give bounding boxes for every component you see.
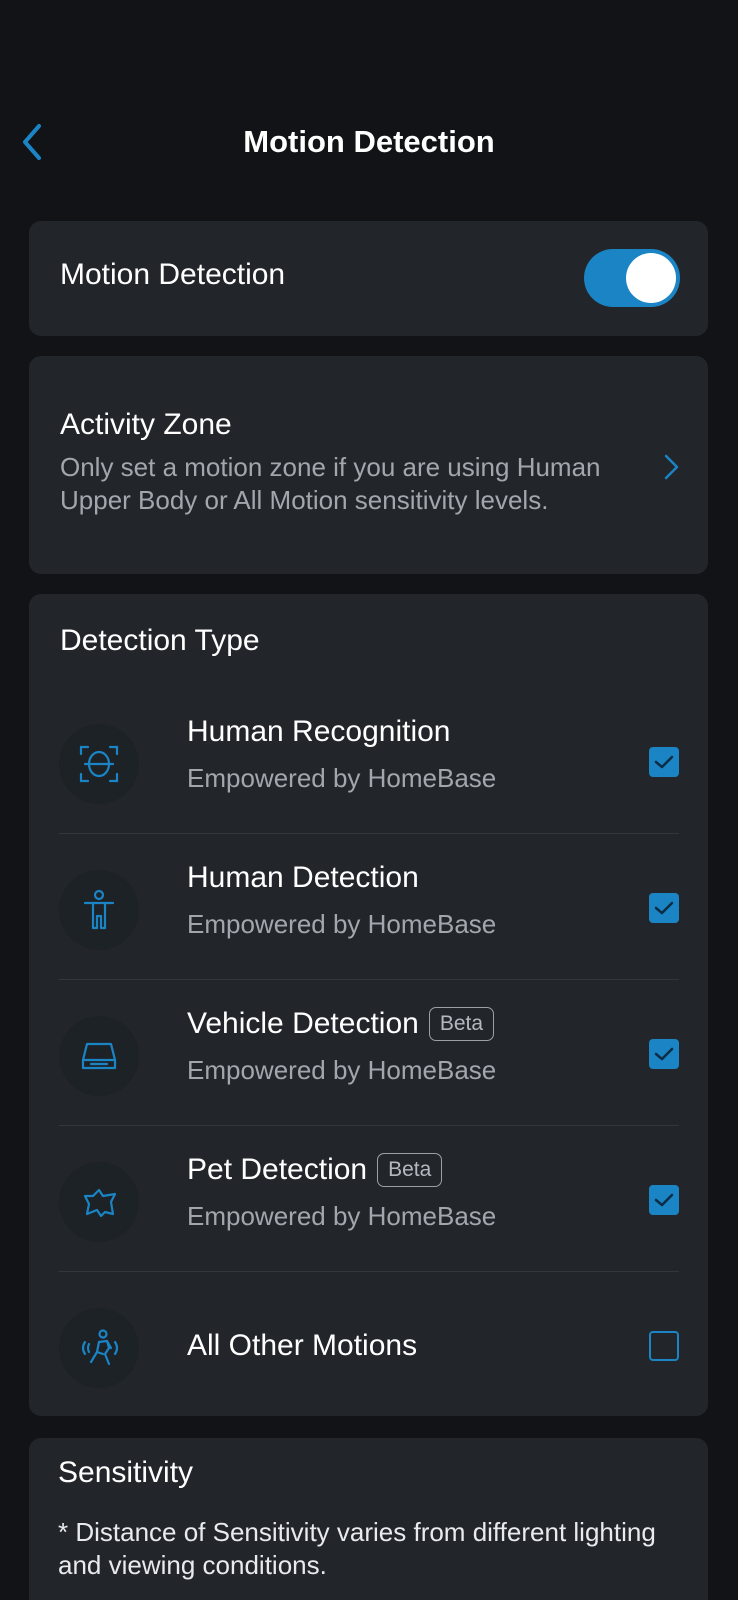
- checkmark-icon: [654, 755, 674, 769]
- human-detection-checkbox[interactable]: [649, 893, 679, 923]
- detection-item-name: All Other Motions: [187, 1329, 418, 1362]
- beta-badge: Beta: [428, 1007, 495, 1041]
- chevron-right-icon: [664, 454, 679, 480]
- detection-item-subtitle: Empowered by HomeBase: [187, 909, 497, 939]
- sensitivity-card: Sensitivity * Distance of Sensitivity va…: [29, 1438, 708, 1600]
- toggle-knob: [626, 253, 676, 303]
- motion-detection-toggle[interactable]: [584, 249, 680, 307]
- detection-item-name: Pet Detection Beta: [187, 1153, 443, 1187]
- checkmark-icon: [654, 1047, 674, 1061]
- human-recognition-checkbox[interactable]: [649, 747, 679, 777]
- pet-icon: [59, 1162, 139, 1242]
- vehicle-detection-checkbox[interactable]: [649, 1039, 679, 1069]
- all-other-motions-checkbox[interactable]: [649, 1331, 679, 1361]
- sensitivity-title: Sensitivity: [58, 1456, 194, 1489]
- pet-detection-checkbox[interactable]: [649, 1185, 679, 1215]
- detection-type-card: Detection Type Human Recognition Empower…: [29, 594, 708, 1416]
- detection-item-name: Human Detection: [187, 861, 419, 894]
- page-title: Motion Detection: [243, 124, 495, 159]
- checkmark-icon: [654, 1193, 674, 1207]
- activity-zone-title: Activity Zone: [60, 408, 232, 441]
- detection-item-pet-detection[interactable]: Pet Detection Beta Empowered by HomeBase: [59, 1126, 679, 1272]
- detection-item-name: Vehicle Detection Beta: [187, 1007, 495, 1041]
- detection-item-all-other-motions[interactable]: All Other Motions: [59, 1272, 679, 1418]
- motion-detection-label: Motion Detection: [60, 258, 286, 291]
- detection-item-name: Human Recognition: [187, 715, 451, 748]
- activity-zone-description: Only set a motion zone if you are using …: [60, 452, 601, 515]
- sensitivity-note: * Distance of Sensitivity varies from di…: [58, 1517, 656, 1580]
- detection-item-vehicle-detection[interactable]: Vehicle Detection Beta Empowered by Home…: [59, 980, 679, 1126]
- checkmark-icon: [654, 901, 674, 915]
- motion-detection-card: Motion Detection: [29, 221, 708, 336]
- nav-header: Motion Detection: [0, 100, 738, 184]
- car-icon: [59, 1016, 139, 1096]
- activity-zone-row[interactable]: Activity Zone Only set a motion zone if …: [29, 356, 708, 574]
- detection-item-subtitle: Empowered by HomeBase: [187, 1055, 497, 1085]
- beta-badge: Beta: [377, 1153, 443, 1187]
- detection-item-subtitle: Empowered by HomeBase: [187, 1201, 497, 1231]
- person-icon: [59, 870, 139, 950]
- detection-type-title: Detection Type: [60, 624, 260, 657]
- detection-item-subtitle: Empowered by HomeBase: [187, 763, 497, 793]
- motion-person-icon: [59, 1308, 139, 1388]
- detection-item-human-detection[interactable]: Human Detection Empowered by HomeBase: [59, 834, 679, 980]
- face-scan-icon: [59, 724, 139, 804]
- detection-item-human-recognition[interactable]: Human Recognition Empowered by HomeBase: [59, 688, 679, 834]
